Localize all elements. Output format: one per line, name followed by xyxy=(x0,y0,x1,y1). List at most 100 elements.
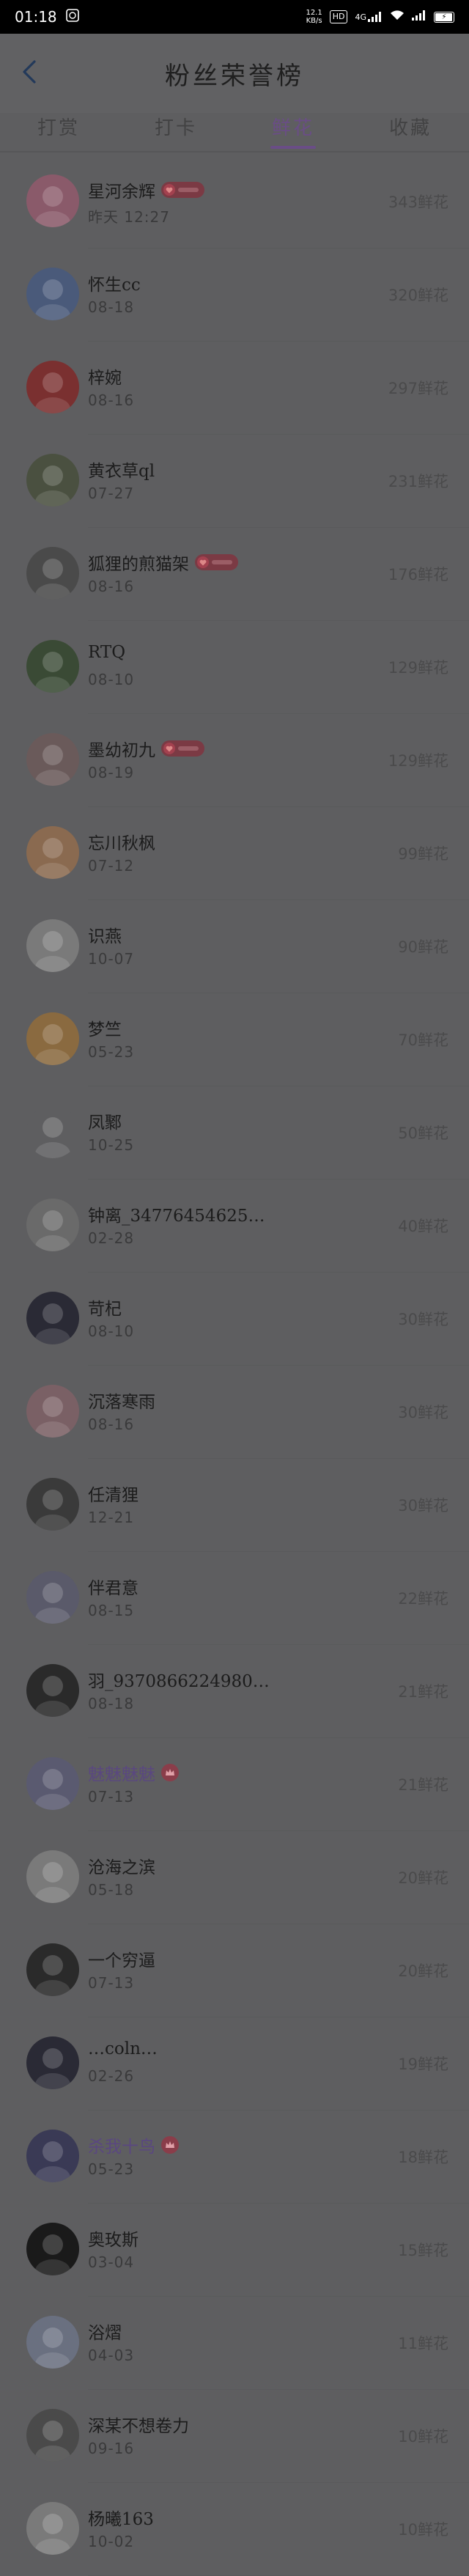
ranking-row[interactable]: 狐狸的煎猫架 08-16 176鲜花 xyxy=(0,528,469,621)
page-header: 粉丝荣誉榜 xyxy=(0,34,469,113)
avatar[interactable] xyxy=(26,2223,79,2275)
ranking-row[interactable]: 沧海之滨 05-18 20鲜花 xyxy=(0,1831,469,1924)
battery-icon: ⚡ xyxy=(434,11,454,23)
flower-count: 21鲜花 xyxy=(398,1683,448,1701)
flower-count: 90鲜花 xyxy=(398,938,448,956)
flower-count: 21鲜花 xyxy=(398,1776,448,1794)
avatar[interactable] xyxy=(26,826,79,879)
gift-date: 08-16 xyxy=(88,391,135,409)
avatar[interactable] xyxy=(26,1943,79,1996)
user-name: 任清狸 xyxy=(88,1486,139,1505)
avatar[interactable] xyxy=(26,1292,79,1344)
gift-date: 05-18 xyxy=(88,1881,135,1899)
gift-date: 08-19 xyxy=(88,764,135,781)
user-name: 沧海之滨 xyxy=(88,1858,155,1877)
gift-date: 09-16 xyxy=(88,2440,135,2457)
avatar[interactable] xyxy=(26,2316,79,2369)
avatar[interactable] xyxy=(26,174,79,227)
ranking-row[interactable]: 浴熠 04-03 11鲜花 xyxy=(0,2297,469,2390)
tab-collection[interactable]: 收藏 xyxy=(382,113,439,140)
ranking-row[interactable]: 星河余辉 昨天 12:27 343鲜花 xyxy=(0,155,469,249)
user-name: 杀我十鸟 xyxy=(88,2138,155,2157)
avatar[interactable] xyxy=(26,1105,79,1158)
user-name: 浴熠 xyxy=(88,2324,122,2343)
avatar[interactable] xyxy=(26,1199,79,1251)
tab-checkin[interactable]: 打卡 xyxy=(147,113,204,140)
avatar[interactable] xyxy=(26,268,79,320)
avatar[interactable] xyxy=(26,2036,79,2089)
gift-date: 08-15 xyxy=(88,1602,135,1619)
avatar[interactable] xyxy=(26,1850,79,1903)
flower-count: 11鲜花 xyxy=(398,2335,448,2352)
ranking-row[interactable]: 梦竺 05-23 70鲜花 xyxy=(0,993,469,1086)
signal-icon: 4G xyxy=(355,12,383,22)
flower-count: 297鲜花 xyxy=(388,380,448,397)
avatar[interactable] xyxy=(26,1385,79,1438)
gift-date: 02-26 xyxy=(88,2067,135,2085)
avatar[interactable] xyxy=(26,2502,79,2555)
avatar[interactable] xyxy=(26,1012,79,1065)
ranking-row[interactable]: 黄衣草ql 07-27 231鲜花 xyxy=(0,435,469,528)
flower-count: 129鲜花 xyxy=(388,752,448,770)
gift-date: 05-23 xyxy=(88,2160,135,2178)
user-name: 羽_9370866224980… xyxy=(88,1672,270,1691)
tab-bar: 打赏 打卡 鲜花 收藏 xyxy=(0,107,469,149)
ranking-row[interactable]: 杀我十鸟 05-23 18鲜花 xyxy=(0,2111,469,2204)
ranking-row[interactable]: 凤鄹 10-25 50鲜花 xyxy=(0,1086,469,1180)
avatar[interactable] xyxy=(26,454,79,507)
gift-date: 04-03 xyxy=(88,2347,135,2364)
ranking-row[interactable]: 一个穷逼 07-13 20鲜花 xyxy=(0,1924,469,2017)
avatar[interactable] xyxy=(26,2409,79,2462)
ranking-row[interactable]: …coln… 02-26 19鲜花 xyxy=(0,2017,469,2111)
avatar[interactable] xyxy=(26,919,79,972)
ranking-row[interactable]: 梓婉 08-16 297鲜花 xyxy=(0,342,469,435)
tab-reward[interactable]: 打赏 xyxy=(30,113,87,140)
ranking-row[interactable]: 怀生cc 08-18 320鲜花 xyxy=(0,249,469,342)
avatar[interactable] xyxy=(26,2130,79,2182)
avatar[interactable] xyxy=(26,733,79,786)
avatar[interactable] xyxy=(26,640,79,693)
flower-count: 22鲜花 xyxy=(398,1590,448,1608)
ranking-row[interactable]: 钟离_34776454625… 02-28 40鲜花 xyxy=(0,1180,469,1273)
wifi-icon xyxy=(390,10,405,23)
avatar[interactable] xyxy=(26,1664,79,1717)
user-name: 狐狸的煎猫架 xyxy=(88,555,189,574)
signal-bars-icon xyxy=(412,10,426,23)
ranking-list: 星河余辉 昨天 12:27 343鲜花 怀生cc 08-18 320鲜花梓婉 08-16 29… xyxy=(0,155,469,2576)
flower-count: 30鲜花 xyxy=(398,1311,448,1328)
user-name: 魅魅魅魅 xyxy=(88,1765,155,1784)
user-name: 伴君意 xyxy=(88,1579,139,1598)
ranking-row[interactable]: 杨曦163 10-02 10鲜花 xyxy=(0,2483,469,2576)
heart-icon xyxy=(163,743,175,754)
tab-flowers[interactable]: 鲜花 xyxy=(265,113,322,149)
user-name: 星河余辉 xyxy=(88,183,155,202)
user-name: 梦竺 xyxy=(88,1020,122,1039)
user-name: 梓婉 xyxy=(88,369,122,388)
ranking-row[interactable]: 墨幼初九 08-19 129鲜花 xyxy=(0,714,469,807)
ranking-row[interactable]: RTQ 08-10 129鲜花 xyxy=(0,621,469,714)
avatar[interactable] xyxy=(26,1571,79,1624)
ranking-row[interactable]: 伴君意 08-15 22鲜花 xyxy=(0,1552,469,1645)
gift-date: 03-04 xyxy=(88,2253,135,2271)
gift-date: 08-18 xyxy=(88,1695,135,1712)
ranking-row[interactable]: 忘川秋枫 07-12 99鲜花 xyxy=(0,807,469,900)
gift-date: 08-10 xyxy=(88,671,135,688)
ranking-row[interactable]: 任清狸 12-21 30鲜花 xyxy=(0,1459,469,1552)
flower-count: 343鲜花 xyxy=(388,194,448,211)
ranking-row[interactable]: 奥玫斯 03-04 15鲜花 xyxy=(0,2204,469,2297)
user-name: 杨曦163 xyxy=(88,2510,154,2529)
avatar[interactable] xyxy=(26,1478,79,1531)
avatar[interactable] xyxy=(26,361,79,413)
flower-count: 15鲜花 xyxy=(398,2242,448,2259)
flower-count: 129鲜花 xyxy=(388,659,448,677)
ranking-row[interactable]: 羽_9370866224980… 08-18 21鲜花 xyxy=(0,1645,469,1738)
avatar[interactable] xyxy=(26,547,79,600)
ranking-row[interactable]: 苛杞 08-10 30鲜花 xyxy=(0,1273,469,1366)
ranking-row[interactable]: 识燕 10-07 90鲜花 xyxy=(0,900,469,993)
user-name: 黄衣草ql xyxy=(88,462,155,481)
ranking-row[interactable]: 沉落寒雨 08-16 30鲜花 xyxy=(0,1366,469,1459)
gift-date: 02-28 xyxy=(88,1229,135,1247)
ranking-row[interactable]: 深某不想卷力 09-16 10鲜花 xyxy=(0,2390,469,2483)
avatar[interactable] xyxy=(26,1757,79,1810)
ranking-row[interactable]: 魅魅魅魅 07-13 21鲜花 xyxy=(0,1738,469,1831)
